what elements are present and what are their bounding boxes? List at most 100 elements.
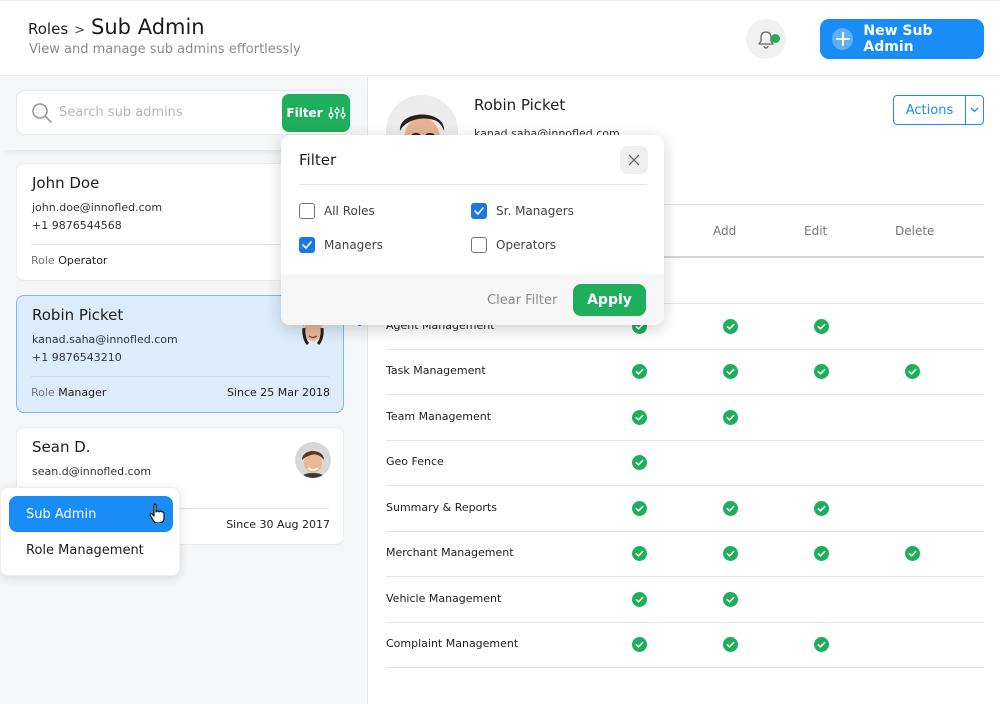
- nav-menu: Sub Admin Role Management: [0, 487, 180, 576]
- check-circle-icon: [814, 637, 829, 652]
- filter-option-label: Operators: [496, 238, 556, 252]
- page-subtitle: View and manage sub admins effortlessly: [29, 42, 301, 57]
- menu-item-role-management[interactable]: Role Management: [9, 532, 173, 568]
- menu-item-label: Sub Admin: [26, 506, 97, 522]
- filter-popup-footer: Clear Filter Apply: [281, 274, 664, 325]
- search-input[interactable]: [59, 99, 279, 125]
- check-circle-icon: [905, 546, 920, 561]
- role-value: Operator: [58, 254, 108, 267]
- permission-module-label: Geo Fence: [386, 455, 444, 468]
- check-circle-icon: [723, 546, 738, 561]
- permission-module-label: Merchant Management: [386, 546, 514, 559]
- filter-popup-title: Filter: [299, 151, 337, 169]
- filter-option-sr-managers[interactable]: Sr. Managers: [471, 203, 574, 219]
- admin-email: sean.d@innofled.com: [32, 465, 152, 478]
- role-value: Manager: [58, 386, 107, 399]
- admin-name: John Doe: [32, 174, 100, 192]
- filter-option-label: All Roles: [324, 204, 375, 218]
- admin-phone: +1 9876544568: [32, 219, 122, 232]
- profile-name: Robin Picket: [474, 96, 566, 114]
- apply-button[interactable]: Apply: [573, 284, 646, 316]
- check-circle-icon: [814, 500, 829, 516]
- menu-item-sub-admin[interactable]: Sub Admin: [9, 496, 173, 532]
- check-circle-icon: [632, 500, 647, 516]
- check-circle-icon: [632, 364, 647, 379]
- check-circle-icon: [814, 546, 829, 561]
- check-circle-icon: [723, 364, 738, 379]
- card-divider: [31, 376, 329, 377]
- sliders-icon: [328, 107, 346, 119]
- filter-popup-divider: [299, 184, 647, 185]
- admin-email: kanad.saha@innofled.com: [32, 333, 178, 346]
- chevron-down-icon[interactable]: [966, 96, 983, 124]
- table-row: Summary & Reports: [386, 486, 984, 532]
- close-icon: [628, 154, 640, 166]
- filter-option-managers[interactable]: Managers: [299, 237, 383, 253]
- table-row: Vehicle Management: [386, 577, 984, 623]
- admin-name: Robin Picket: [32, 306, 124, 324]
- close-button[interactable]: [620, 146, 648, 174]
- role-label: Role: [31, 254, 55, 267]
- permission-module-label: Summary & Reports: [386, 500, 497, 514]
- actions-dropdown[interactable]: Actions: [893, 95, 984, 125]
- column-header-add: Add: [713, 224, 737, 238]
- admin-since: Since 25 Mar 2018: [226, 386, 330, 399]
- permission-module-label: Complaint Management: [386, 637, 519, 650]
- check-circle-icon: [814, 364, 829, 379]
- check-circle-icon: [632, 409, 647, 425]
- menu-item-label: Role Management: [26, 542, 144, 558]
- table-row: Merchant Management: [386, 531, 984, 577]
- filter-option-label: Sr. Managers: [496, 204, 574, 218]
- checkbox[interactable]: [299, 203, 315, 219]
- admin-name: Sean D.: [32, 438, 91, 456]
- new-sub-admin-button[interactable]: New Sub Admin: [820, 19, 984, 59]
- check-circle-icon: [723, 318, 738, 334]
- check-circle-icon: [632, 591, 647, 607]
- clear-filter-button[interactable]: Clear Filter: [487, 293, 557, 308]
- table-row: Geo Fence: [386, 440, 984, 486]
- table-row: Task Management: [386, 349, 984, 395]
- admin-role: Role Operator: [31, 254, 107, 267]
- checkbox-checked[interactable]: [299, 237, 315, 253]
- check-circle-icon: [723, 500, 738, 516]
- check-circle-icon: [723, 637, 738, 652]
- filter-option-label: Managers: [324, 238, 383, 252]
- filter-option-operators[interactable]: Operators: [471, 237, 556, 253]
- check-circle-icon: [632, 455, 647, 470]
- column-header-edit: Edit: [804, 224, 828, 238]
- permission-module-label: Task Management: [386, 364, 486, 377]
- admin-since: Since 30 Aug 2017: [226, 518, 330, 531]
- checkbox-checked[interactable]: [471, 203, 487, 219]
- search-icon: [32, 103, 52, 123]
- avatar: [295, 442, 331, 478]
- permission-module-label: Vehicle Management: [386, 591, 502, 605]
- breadcrumb: Roles > Sub Admin: [28, 15, 205, 39]
- page-title: Sub Admin: [91, 15, 205, 39]
- search-box: Filter: [16, 90, 351, 135]
- admin-email: john.doe@innofled.com: [32, 201, 163, 214]
- check-circle-icon: [632, 637, 647, 652]
- column-header-delete: Delete: [895, 224, 935, 238]
- filter-popup: Filter All Roles Sr. Managers Managers O…: [281, 135, 664, 325]
- breadcrumb-roles-link[interactable]: Roles: [28, 20, 68, 38]
- check-circle-icon: [723, 409, 738, 425]
- actions-label[interactable]: Actions: [894, 96, 966, 124]
- notification-dot: [771, 34, 780, 43]
- filter-option-all-roles[interactable]: All Roles: [299, 203, 375, 219]
- hand-cursor-icon: [149, 503, 165, 523]
- new-sub-admin-label: New Sub Admin: [863, 23, 933, 55]
- checkbox[interactable]: [471, 237, 487, 253]
- role-label: Role: [31, 386, 55, 399]
- page-header: Roles > Sub Admin View and manage sub ad…: [0, 0, 1000, 76]
- plus-icon: [832, 28, 854, 50]
- filter-button[interactable]: Filter: [282, 94, 350, 132]
- check-circle-icon: [905, 364, 920, 379]
- filter-label: Filter: [286, 106, 323, 120]
- permission-module-label: Team Management: [386, 409, 492, 423]
- table-row: Team Management: [386, 395, 984, 441]
- admin-phone: +1 9876543210: [32, 351, 122, 364]
- check-circle-icon: [723, 591, 738, 607]
- breadcrumb-separator: >: [74, 23, 86, 38]
- admin-role: Role Manager: [31, 386, 106, 399]
- notifications-button[interactable]: [746, 19, 786, 59]
